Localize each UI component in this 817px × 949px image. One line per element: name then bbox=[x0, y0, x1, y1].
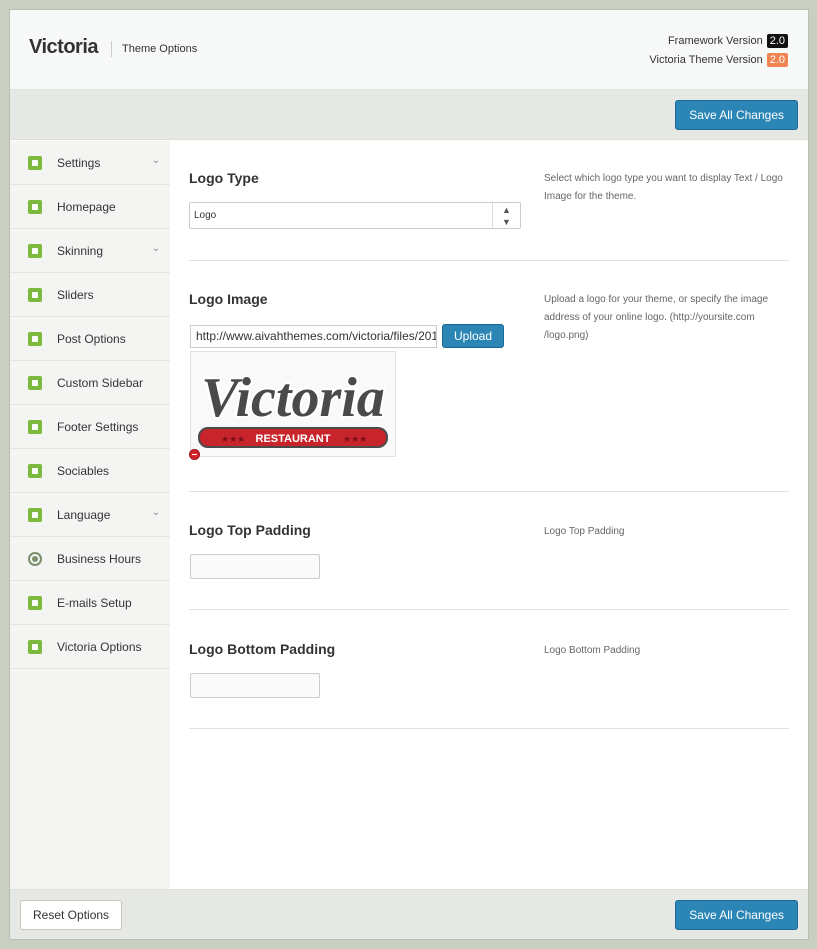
globe-icon bbox=[28, 507, 42, 522]
chevron-down-icon[interactable]: ⌄ bbox=[152, 243, 160, 254]
home-icon bbox=[28, 199, 42, 214]
gear-icon bbox=[28, 595, 42, 610]
framework-version-label: Framework Version bbox=[667, 35, 763, 47]
theme-version-label: Victoria Theme Version bbox=[649, 54, 763, 66]
sidebar-item-label: Homepage bbox=[57, 199, 116, 214]
sidebar-item-sociables[interactable]: Sociables bbox=[10, 449, 170, 493]
link-icon bbox=[28, 463, 42, 478]
select-arrows-icon: ▲ ▼ bbox=[492, 203, 520, 228]
upload-button[interactable]: Upload bbox=[442, 324, 505, 348]
main-options: Logo Type Select which logo type you wan… bbox=[189, 141, 789, 729]
sidebar-item-settings[interactable]: Settings ⌄ bbox=[10, 141, 170, 185]
sidebar-icon bbox=[28, 375, 42, 390]
theme-version-badge: 2.0 bbox=[766, 53, 788, 67]
section-title: Logo Bottom Padding bbox=[189, 641, 336, 657]
page-subtitle: Theme Options bbox=[122, 43, 198, 55]
section-logo-image: Logo Image Upload a logo for your theme,… bbox=[189, 261, 789, 492]
chevron-down-icon[interactable]: ⌄ bbox=[152, 507, 160, 518]
section-description: Select which logo type you want to displ… bbox=[544, 173, 783, 202]
sidebar-item-label: Business Hours bbox=[57, 551, 142, 566]
sidebar-item-post-options[interactable]: Post Options bbox=[10, 317, 170, 361]
section-description: Logo Bottom Padding bbox=[544, 645, 641, 656]
section-title: Logo Image bbox=[189, 291, 268, 307]
sidebar-item-label: Victoria Options bbox=[57, 639, 142, 654]
logo-type-selected: Logo bbox=[194, 210, 217, 221]
sidebar-item-label: Custom Sidebar bbox=[57, 375, 144, 390]
section-description: Logo Top Padding bbox=[544, 526, 625, 537]
header-divider bbox=[111, 41, 112, 57]
remove-logo-icon[interactable] bbox=[189, 449, 200, 460]
framework-version: Framework Version 2.0 bbox=[668, 34, 788, 48]
bottom-toolbar: Reset Options Save All Changes bbox=[10, 889, 808, 939]
top-toolbar: Save All Changes bbox=[10, 90, 808, 140]
sidebar-item-business-hours[interactable]: Business Hours bbox=[10, 537, 170, 581]
logo-top-padding-input[interactable] bbox=[190, 554, 320, 579]
gear-icon bbox=[28, 639, 42, 654]
sidebar-item-label: Sociables bbox=[57, 463, 110, 478]
sidebar: Settings ⌄ Homepage Skinning ⌄ Sliders Post Op… bbox=[10, 141, 170, 891]
logo-bottom-padding-input[interactable] bbox=[190, 673, 320, 698]
section-title: Logo Type bbox=[189, 170, 259, 186]
section-description: Upload a logo for your theme, or specify… bbox=[544, 294, 769, 341]
content-area: Settings ⌄ Homepage Skinning ⌄ Sliders Post Op… bbox=[10, 141, 808, 891]
sidebar-item-homepage[interactable]: Homepage bbox=[10, 185, 170, 229]
svg-text:★★★: ★★★ bbox=[343, 434, 367, 444]
sidebar-item-language[interactable]: Language ⌄ bbox=[10, 493, 170, 537]
gear-icon bbox=[28, 155, 42, 170]
save-all-changes-button-top[interactable]: Save All Changes bbox=[675, 100, 798, 130]
document-icon bbox=[28, 331, 42, 346]
save-all-changes-button-bottom[interactable]: Save All Changes bbox=[675, 900, 798, 930]
brush-icon bbox=[28, 243, 42, 258]
sidebar-item-victoria-options[interactable]: Victoria Options bbox=[10, 625, 170, 669]
sidebar-item-custom-sidebar[interactable]: Custom Sidebar bbox=[10, 361, 170, 405]
logo-banner-text: RESTAURANT bbox=[256, 433, 331, 445]
sidebar-item-label: E-mails Setup bbox=[57, 595, 132, 610]
section-logo-top-padding: Logo Top Padding Logo Top Padding bbox=[189, 492, 789, 610]
sidebar-item-label: Post Options bbox=[57, 331, 126, 346]
header: Victoria Theme Options Framework Version… bbox=[10, 10, 808, 90]
section-title: Logo Top Padding bbox=[189, 522, 311, 538]
sidebar-item-footer-settings[interactable]: Footer Settings bbox=[10, 405, 170, 449]
clock-icon bbox=[28, 551, 42, 566]
section-logo-type: Logo Type Select which logo type you wan… bbox=[189, 141, 789, 261]
sidebar-item-e-mails-setup[interactable]: E-mails Setup bbox=[10, 581, 170, 625]
logo-script-text: Victoria bbox=[201, 367, 385, 429]
sidebar-item-label: Language bbox=[57, 507, 111, 522]
sidebar-item-label: Skinning bbox=[57, 243, 104, 258]
sidebar-item-label: Sliders bbox=[57, 287, 94, 302]
chevron-down-icon[interactable]: ⌄ bbox=[152, 155, 160, 166]
section-logo-bottom-padding: Logo Bottom Padding Logo Bottom Padding bbox=[189, 610, 789, 729]
theme-options-panel: Victoria Theme Options Framework Version… bbox=[9, 9, 809, 940]
sidebar-item-sliders[interactable]: Sliders bbox=[10, 273, 170, 317]
framework-version-badge: 2.0 bbox=[766, 34, 788, 48]
footer-icon bbox=[28, 419, 42, 434]
logo-type-select[interactable]: Logo ▲ ▼ bbox=[189, 202, 521, 229]
sidebar-item-label: Settings bbox=[57, 155, 101, 170]
slides-icon bbox=[28, 287, 42, 302]
sidebar-item-label: Footer Settings bbox=[57, 419, 139, 434]
logo-url-input[interactable]: http://www.aivahthemes.com/victoria/file… bbox=[190, 325, 437, 348]
logo-preview: Victoria ★★★ ★★★ RESTAURANT bbox=[190, 351, 396, 457]
victoria-restaurant-logo: Victoria ★★★ ★★★ RESTAURANT bbox=[198, 365, 388, 448]
theme-version: Victoria Theme Version 2.0 bbox=[649, 53, 788, 67]
reset-options-button[interactable]: Reset Options bbox=[20, 900, 123, 930]
sidebar-item-skinning[interactable]: Skinning ⌄ bbox=[10, 229, 170, 273]
brand-title: Victoria bbox=[29, 36, 99, 58]
svg-text:★★★: ★★★ bbox=[221, 434, 245, 444]
